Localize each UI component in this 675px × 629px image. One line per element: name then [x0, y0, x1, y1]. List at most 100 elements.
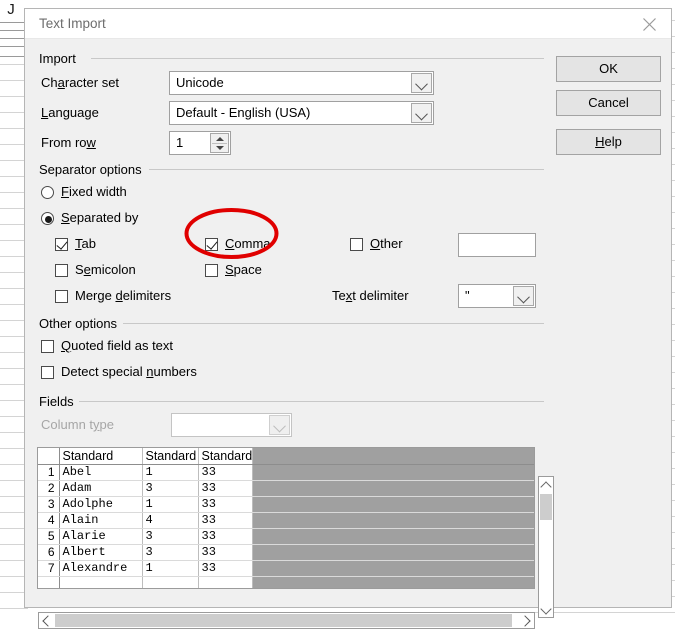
dialog-title: Text Import: [39, 16, 106, 31]
checkbox-indicator: [205, 264, 218, 277]
text-import-dialog: Text Import Import Character set Unicode…: [24, 8, 672, 629]
preview-cell: 1: [142, 464, 199, 481]
group-divider-separator-options: [149, 169, 544, 170]
preview-header-row: Standard Standard Standard: [38, 448, 534, 465]
chevron-down-icon[interactable]: [411, 103, 432, 123]
label-column-type: Column type: [41, 417, 114, 432]
table-row[interactable]: 3 Adolphe 1 33: [38, 496, 534, 513]
preview-cell: 33: [198, 496, 253, 513]
preview-cell: Abel: [59, 464, 143, 481]
checkbox-indicator: [55, 264, 68, 277]
checkbox-quoted-field-as-text-label: Quoted field as text: [61, 338, 174, 353]
help-button[interactable]: Help: [556, 129, 661, 155]
preview-cell: Albert: [59, 544, 143, 561]
backdrop-grid-line: [0, 608, 28, 609]
group-label-other-options: Other options: [35, 316, 122, 331]
stepper-buttons[interactable]: [210, 133, 229, 153]
preview-row-number: 1: [38, 464, 60, 481]
checkbox-tab-label: Tab: [75, 236, 96, 251]
chevron-down-icon[interactable]: [513, 286, 534, 306]
group-divider-fields: [79, 401, 544, 402]
label-character-set: Character set: [41, 75, 120, 90]
column-type-combo[interactable]: [171, 413, 292, 437]
checkbox-indicator: [55, 290, 68, 303]
preview-row-filler: [252, 544, 534, 561]
preview-row-filler: [252, 496, 534, 513]
preview-cell: Alain: [59, 512, 143, 529]
preview-cell: 1: [142, 496, 199, 513]
scroll-right-icon[interactable]: [519, 613, 534, 628]
table-row[interactable]: 1 Abel 1 33: [38, 464, 534, 481]
from-row-value: 1: [176, 135, 184, 150]
preview-row-filler: [252, 576, 534, 588]
vscroll-thumb[interactable]: [540, 494, 552, 520]
table-row[interactable]: 7 Alexandre 1 33: [38, 560, 534, 577]
text-delimiter-value: ": [465, 288, 470, 303]
preview-cell: 33: [198, 544, 253, 561]
preview-cell: [198, 576, 253, 588]
preview-cell: 33: [198, 512, 253, 529]
label-language: Language: [41, 105, 99, 120]
checkbox-merge-delimiters-label: Merge delimiters: [75, 288, 172, 303]
text-delimiter-combo[interactable]: ": [458, 284, 536, 308]
other-separator-input[interactable]: [458, 233, 536, 257]
character-set-value: Unicode: [176, 75, 224, 90]
preview-cell: [59, 576, 143, 588]
language-combo[interactable]: Default - English (USA): [169, 101, 434, 125]
ok-button[interactable]: OK: [556, 56, 661, 82]
radio-fixed-width-label: Fixed width: [61, 184, 127, 199]
preview-cell: Adolphe: [59, 496, 143, 513]
scroll-up-icon[interactable]: [539, 477, 553, 492]
preview-row-filler: [252, 528, 534, 545]
close-icon[interactable]: [629, 9, 671, 38]
language-value: Default - English (USA): [176, 105, 311, 120]
scroll-down-icon[interactable]: [539, 602, 553, 617]
checkbox-indicator: [41, 340, 54, 353]
preview-row-number: 2: [38, 480, 60, 497]
scroll-left-icon[interactable]: [39, 613, 54, 628]
import-preview-table[interactable]: Standard Standard Standard 1 Abel 1 33 2 Adam…: [37, 447, 535, 589]
chevron-down-icon[interactable]: [269, 415, 290, 435]
checkbox-other-label: Other: [370, 236, 403, 251]
checkbox-semicolon-label: Semicolon: [75, 262, 136, 277]
preview-row-number: 7: [38, 560, 60, 577]
preview-row-filler: [252, 560, 534, 577]
character-set-combo[interactable]: Unicode: [169, 71, 434, 95]
radio-indicator: [41, 186, 54, 199]
hscroll-thumb[interactable]: [55, 614, 512, 627]
table-row[interactable]: [38, 576, 534, 588]
checkbox-indicator: [205, 238, 218, 251]
preview-cell: 33: [198, 464, 253, 481]
table-row[interactable]: 5 Alarie 3 33: [38, 528, 534, 545]
preview-row-filler: [252, 480, 534, 497]
backdrop-column-header: J: [7, 1, 15, 18]
dialog-title-bar: Text Import: [25, 9, 671, 39]
preview-table: Standard Standard Standard 1 Abel 1 33 2 Adam…: [38, 448, 534, 588]
cancel-button[interactable]: Cancel: [556, 90, 661, 116]
preview-header-col3[interactable]: Standard: [198, 448, 253, 465]
preview-cell: 33: [198, 560, 253, 577]
preview-header-col1[interactable]: Standard: [59, 448, 143, 465]
preview-row-filler: [252, 512, 534, 529]
preview-vertical-scrollbar[interactable]: [538, 476, 554, 618]
stepper-up-icon[interactable]: [211, 134, 228, 143]
label-text-delimiter: Text delimiter: [332, 288, 409, 303]
preview-header-col2[interactable]: Standard: [142, 448, 199, 465]
preview-body: 1 Abel 1 33 2 Adam 3 33 3 Adolphe 1 33 4 Alain 4 33 5 Ala…: [38, 464, 534, 588]
preview-row-number: 4: [38, 512, 60, 529]
table-row[interactable]: 2 Adam 3 33: [38, 480, 534, 497]
preview-cell: 33: [198, 480, 253, 497]
group-label-fields: Fields: [35, 394, 78, 409]
preview-horizontal-scrollbar[interactable]: [38, 612, 535, 629]
from-row-stepper[interactable]: 1: [169, 131, 231, 155]
preview-cell: 3: [142, 544, 199, 561]
table-row[interactable]: 6 Albert 3 33: [38, 544, 534, 561]
group-label-separator-options: Separator options: [35, 162, 146, 177]
group-divider-import: [91, 58, 544, 59]
stepper-down-icon[interactable]: [211, 143, 228, 152]
group-label-import: Import: [35, 51, 80, 66]
checkbox-space-label: Space: [225, 262, 262, 277]
preview-cell: 3: [142, 528, 199, 545]
chevron-down-icon[interactable]: [411, 73, 432, 93]
table-row[interactable]: 4 Alain 4 33: [38, 512, 534, 529]
